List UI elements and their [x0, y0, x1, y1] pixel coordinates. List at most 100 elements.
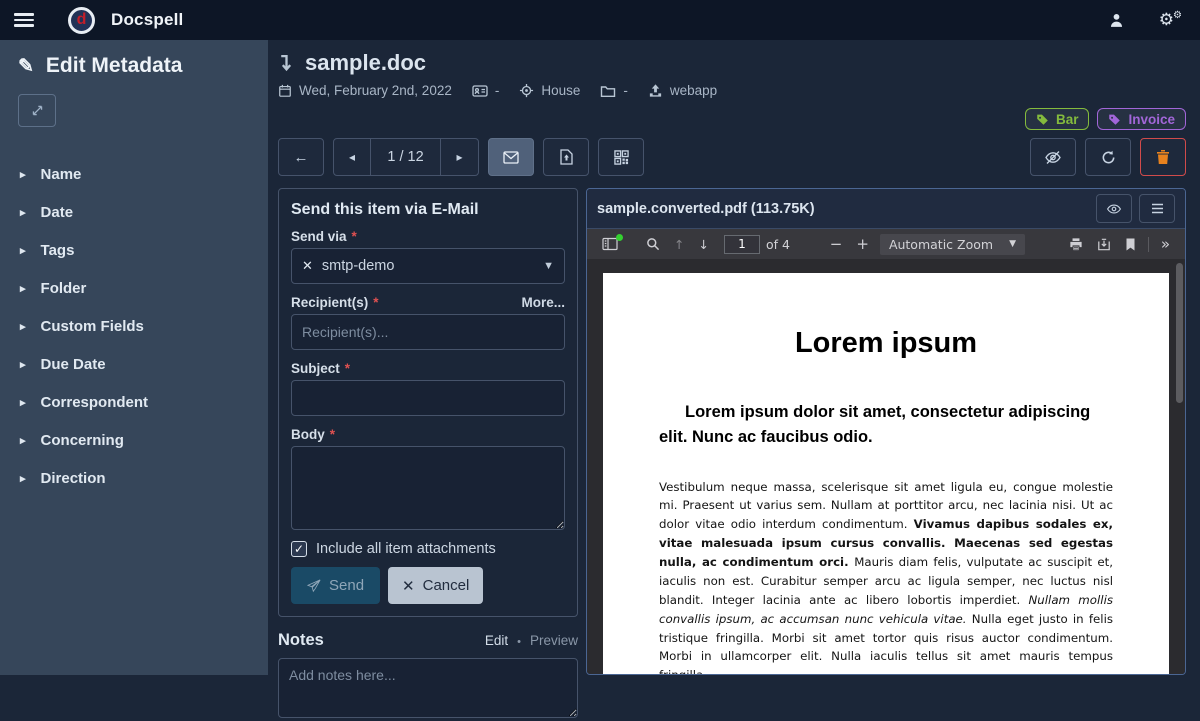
caret-right-icon: ▸ [20, 320, 26, 333]
envelope-icon [503, 151, 519, 164]
include-attachments-checkbox[interactable]: ✓ Include all item attachments [291, 541, 565, 557]
send-via-select[interactable]: ✕ smtp-demo ▼ [291, 248, 565, 284]
calendar-icon [278, 83, 292, 98]
caret-right-icon: ▸ [20, 434, 26, 447]
sidebar-item-tags[interactable]: ▸Tags [18, 231, 250, 269]
attachment-panel: sample.converted.pdf (113.75K) [586, 188, 1186, 675]
caret-right-icon: ▸ [20, 282, 26, 295]
sidebar-item-custom-fields[interactable]: ▸Custom Fields [18, 307, 250, 345]
pdf-zoom-select[interactable]: Automatic Zoom ▼ [880, 234, 1025, 255]
tag-invoice[interactable]: Invoice [1097, 108, 1186, 130]
attachment-menu-button[interactable] [1139, 194, 1175, 223]
pdf-page: Lorem ipsum Lorem ipsum dolor sit amet, … [603, 273, 1169, 674]
menu-icon[interactable] [14, 9, 34, 31]
chevron-down-icon: ▼ [1009, 239, 1016, 249]
pdf-paragraph: Vestibulum neque massa, scelerisque sit … [659, 478, 1113, 675]
notes-textarea[interactable] [278, 658, 578, 718]
prev-item-button[interactable]: ◂ [333, 138, 371, 176]
pdf-scrollbar-thumb[interactable] [1176, 263, 1183, 403]
pdf-viewer-area[interactable]: Lorem ipsum Lorem ipsum dolor sit amet, … [587, 259, 1185, 674]
attachment-view-button[interactable] [1096, 194, 1132, 223]
notes-preview-link[interactable]: Preview [530, 633, 578, 648]
sidebar-item-due-date[interactable]: ▸Due Date [18, 345, 250, 383]
refresh-icon [1101, 150, 1116, 165]
settings-gears-icon[interactable]: ⚙⚙ [1147, 10, 1186, 30]
next-item-button[interactable]: ▸ [441, 138, 479, 176]
top-navbar: d Docspell ⚙⚙ [0, 0, 1200, 40]
notes-section: Notes Edit • Preview [278, 631, 578, 721]
pdf-bookmark-button[interactable] [1118, 238, 1143, 251]
x-icon: ✕ [402, 577, 415, 595]
sidebar-item-date[interactable]: ▸Date [18, 193, 250, 231]
pdf-print-button[interactable] [1062, 238, 1090, 251]
docspell-logo[interactable]: d [68, 7, 95, 34]
send-mail-button[interactable] [488, 138, 534, 176]
caret-right-icon: ▸ [20, 358, 26, 371]
subject-input[interactable] [291, 380, 565, 416]
sidebar-menu: ▸Name ▸Date ▸Tags ▸Folder ▸Custom Fields… [18, 155, 250, 497]
concerning-value: House [541, 83, 580, 98]
pencil-icon: ✎ [18, 55, 34, 78]
qr-code-button[interactable] [598, 138, 644, 176]
chevron-down-icon: ▼ [543, 260, 554, 272]
expand-arrows-icon [31, 104, 44, 117]
tag-bar[interactable]: Bar [1025, 108, 1090, 130]
recipients-input[interactable] [291, 314, 565, 350]
trash-icon [1156, 149, 1170, 165]
folder-value: - [623, 83, 628, 98]
pdf-zoom-in-button[interactable]: + [849, 235, 876, 253]
notes-edit-link[interactable]: Edit [485, 633, 508, 648]
pdfjs-toolbar: ↑ ↓ of 4 − + Automatic Zoom ▼ [587, 229, 1185, 259]
sidebar-item-correspondent[interactable]: ▸Correspondent [18, 383, 250, 421]
folder-icon [600, 84, 616, 98]
reprocess-button[interactable] [1085, 138, 1131, 176]
pdf-sidebar-toggle-button[interactable] [595, 237, 625, 251]
delete-button[interactable] [1140, 138, 1186, 176]
level-down-icon [278, 54, 295, 73]
sidebar-item-folder[interactable]: ▸Folder [18, 269, 250, 307]
caret-left-icon: ◂ [349, 150, 355, 164]
item-date: Wed, February 2nd, 2022 [299, 83, 452, 98]
back-button[interactable]: ← [278, 138, 324, 176]
subject-label: Subject* [291, 361, 565, 376]
expand-button[interactable] [18, 94, 56, 127]
caret-right-icon: ▸ [20, 244, 26, 257]
pdf-page-input[interactable] [724, 235, 760, 254]
pdf-doc-title: Lorem ipsum [659, 327, 1113, 360]
add-file-button[interactable] [543, 138, 589, 176]
caret-right-icon: ▸ [20, 396, 26, 409]
mail-panel-title: Send this item via E-Mail [291, 201, 565, 219]
attachment-name: sample.converted.pdf (113.75K) [597, 201, 815, 217]
user-icon[interactable] [1096, 12, 1137, 29]
sidebar-item-name[interactable]: ▸Name [18, 155, 250, 193]
mail-column: Send this item via E-Mail Send via* ✕ sm… [278, 188, 578, 675]
correspondent-value: - [495, 83, 500, 98]
upload-icon [648, 83, 663, 98]
pdf-prev-page-button[interactable]: ↑ [667, 237, 691, 252]
page-indicator: 1 / 12 [371, 138, 441, 176]
pdf-download-button[interactable] [1090, 238, 1118, 251]
send-button[interactable]: Send [291, 567, 380, 604]
item-toolbar: ← ◂ 1 / 12 ▸ [268, 138, 1200, 176]
checkbox-checked-icon[interactable]: ✓ [291, 541, 307, 557]
remove-icon[interactable]: ✕ [302, 258, 313, 274]
cancel-button[interactable]: ✕ Cancel [388, 567, 483, 604]
sidebar-item-concerning[interactable]: ▸Concerning [18, 421, 250, 459]
sidebar-title: ✎ Edit Metadata [18, 54, 250, 78]
pdf-next-page-button[interactable]: ↓ [691, 237, 715, 252]
pdf-more-tools-button[interactable]: » [1154, 235, 1177, 253]
more-link[interactable]: More... [521, 295, 565, 310]
arrow-left-icon: ← [294, 149, 309, 166]
tag-icon [1108, 113, 1121, 126]
pdf-zoom-out-button[interactable]: − [823, 235, 850, 253]
send-via-label: Send via* [291, 229, 565, 244]
pdf-page-count: of 4 [766, 237, 790, 252]
sidebar-item-direction[interactable]: ▸Direction [18, 459, 250, 497]
pdf-search-button[interactable] [639, 237, 667, 251]
hide-button[interactable] [1030, 138, 1076, 176]
paper-plane-icon [307, 579, 321, 593]
crosshairs-icon [519, 83, 534, 98]
tag-icon [1036, 113, 1049, 126]
body-textarea[interactable] [291, 446, 565, 530]
file-upload-icon [560, 149, 573, 165]
